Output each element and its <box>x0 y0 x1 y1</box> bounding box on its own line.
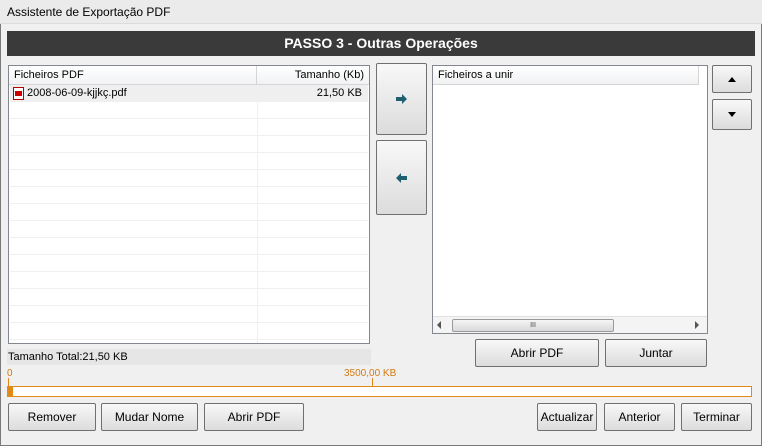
pdf-files-list[interactable]: Ficheiros PDF Tamanho (Kb) 2008-06-09-kj… <box>8 65 370 344</box>
gauge-max-tick <box>372 378 373 386</box>
move-up-button[interactable] <box>712 65 752 93</box>
empty-table-row <box>10 289 368 306</box>
anterior-button[interactable]: Anterior <box>604 403 675 431</box>
arrow-right-icon <box>395 94 407 104</box>
empty-table-row <box>10 221 368 238</box>
juntar-button[interactable]: Juntar <box>605 339 707 367</box>
pdf-mark <box>15 91 22 96</box>
step-banner: PASSO 3 - Outras Operações <box>7 31 755 56</box>
abrir-pdf-right-button[interactable]: Abrir PDF <box>475 339 599 367</box>
scroll-left-icon[interactable] <box>437 321 441 329</box>
arrow-left-icon <box>395 172 407 183</box>
scroll-thumb[interactable]: III <box>452 319 614 332</box>
scroll-right-icon[interactable] <box>695 321 699 329</box>
pdf-file-icon <box>13 87 24 100</box>
window-title: Assistente de Exportação PDF <box>7 5 171 19</box>
remove-from-merge-button[interactable] <box>376 140 427 215</box>
column-header-ficheiros-pdf[interactable]: Ficheiros PDF <box>9 66 257 85</box>
triangle-up-icon <box>728 76 736 82</box>
size-gauge-fill <box>8 387 13 396</box>
empty-table-row <box>10 272 368 289</box>
actualizar-button[interactable]: Actualizar <box>537 403 597 431</box>
remover-button[interactable]: Remover <box>8 403 96 431</box>
column-header-tamanho[interactable]: Tamanho (Kb) <box>257 66 369 85</box>
empty-table-row <box>10 119 368 136</box>
column-divider <box>257 85 258 343</box>
empty-table-row <box>10 136 368 153</box>
move-down-button[interactable] <box>712 99 752 130</box>
gauge-min-tick <box>8 378 9 386</box>
title-bar: Assistente de Exportação PDF <box>0 0 762 24</box>
mudar-nome-button[interactable]: Mudar Nome <box>101 403 198 431</box>
files-to-merge-list[interactable]: Ficheiros a unir III <box>432 65 708 334</box>
empty-table-row <box>10 153 368 170</box>
file-size-cell: 21,50 KB <box>316 87 362 99</box>
empty-table-row <box>10 323 368 340</box>
horizontal-scrollbar[interactable]: III <box>433 316 707 333</box>
terminar-button[interactable]: Terminar <box>681 403 752 431</box>
empty-table-row <box>10 238 368 255</box>
empty-table-row <box>10 306 368 323</box>
empty-table-row <box>10 102 368 119</box>
total-size-label: Tamanho Total:21,50 KB <box>7 349 371 365</box>
table-row[interactable]: 2008-06-09-kjjkç.pdf 21,50 KB <box>10 85 368 102</box>
add-to-merge-button[interactable] <box>376 63 427 135</box>
empty-table-row <box>10 187 368 204</box>
size-gauge <box>7 386 752 397</box>
triangle-down-icon <box>728 112 736 117</box>
empty-table-row <box>10 255 368 272</box>
abrir-pdf-button[interactable]: Abrir PDF <box>204 403 304 431</box>
empty-table-row <box>10 204 368 221</box>
file-name-cell: 2008-06-09-kjjkç.pdf <box>27 87 127 99</box>
gauge-max-label: 3500,00 KB <box>344 368 397 379</box>
column-header-ficheiros-a-unir[interactable]: Ficheiros a unir <box>433 66 699 85</box>
empty-table-row <box>10 170 368 187</box>
